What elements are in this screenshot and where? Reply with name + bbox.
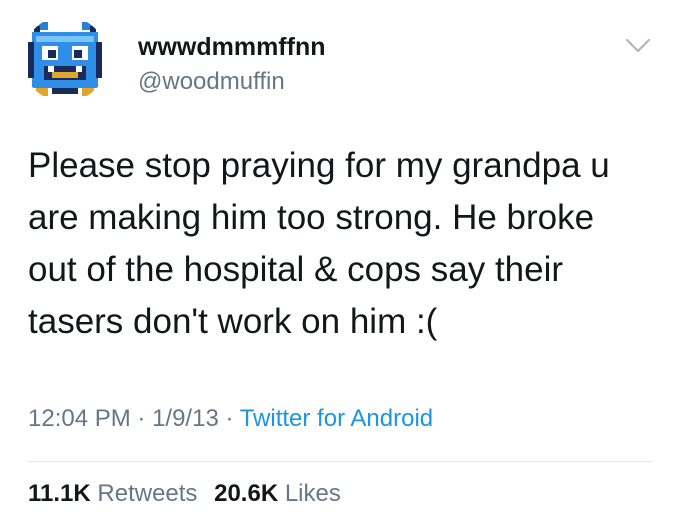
divider (28, 461, 652, 462)
meta-separator: · (130, 405, 153, 432)
tweet-time[interactable]: 12:04 PM (28, 405, 131, 432)
retweets-stat[interactable]: 11.1K Retweets (28, 479, 197, 509)
user-handle[interactable]: @woodmuffin (138, 67, 326, 97)
user-identity[interactable]: wwwdmmmffnn @woodmuffin (138, 32, 326, 97)
avatar[interactable] (22, 16, 108, 102)
tweet-metadata: 12:04 PM · 1/9/13 · Twitter for Android (28, 404, 433, 434)
tweet-text-line: are making him too strong. He broke (28, 198, 595, 237)
tweet-card: wwwdmmmffnn @woodmuffin Please stop pray… (0, 0, 680, 529)
tweet-text-line: out of the hospital & cops say their (28, 250, 564, 289)
display-name[interactable]: wwwdmmmffnn (138, 32, 326, 62)
tweet-text: Please stop praying for my grandpa u are… (28, 140, 658, 348)
likes-count: 20.6K (214, 480, 279, 507)
retweets-count: 11.1K (28, 480, 91, 507)
likes-label: Likes (284, 480, 341, 507)
tweet-text-line: tasers don't work on him :( (28, 302, 438, 341)
retweets-label: Retweets (97, 480, 198, 507)
chevron-down-icon[interactable] (625, 36, 651, 56)
tweet-source-link[interactable]: Twitter for Android (240, 405, 433, 432)
tweet-stats: 11.1K Retweets 20.6K Likes (28, 479, 351, 509)
likes-stat[interactable]: 20.6K Likes (214, 479, 341, 509)
meta-separator: · (218, 405, 240, 432)
tweet-text-line: Please stop praying for my grandpa u (28, 146, 610, 185)
tweet-date[interactable]: 1/9/13 (152, 405, 219, 432)
pixel-monster-avatar-icon (22, 16, 108, 102)
